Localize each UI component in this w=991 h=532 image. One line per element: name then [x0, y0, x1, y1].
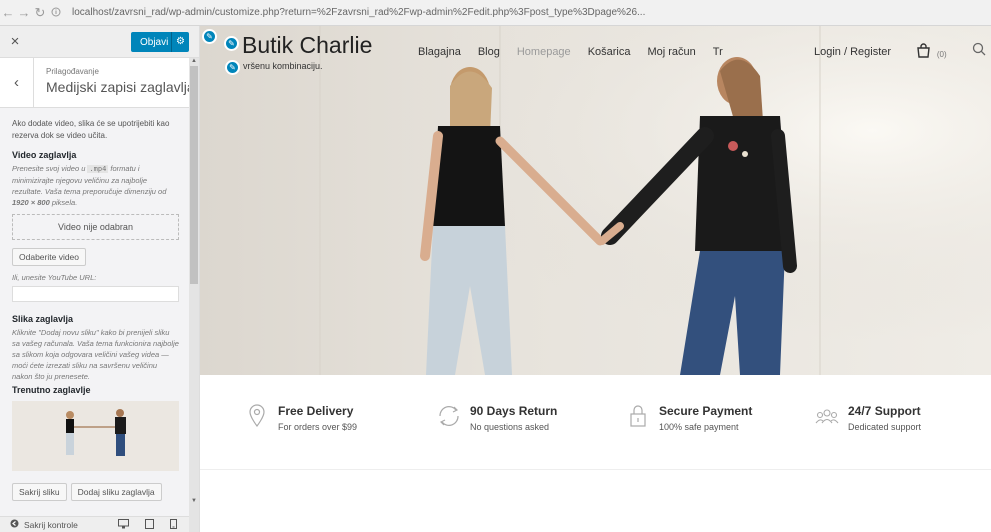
shopping-bag-icon — [916, 43, 935, 61]
section-header: ‹ Prilagođavanje Medijski zapisi zaglavl… — [0, 58, 199, 108]
customizer-footer: Sakrij kontrole — [0, 516, 189, 532]
support-group-icon — [806, 404, 848, 436]
feature-subtitle: 100% safe payment — [659, 422, 739, 432]
back-arrow-icon[interactable]: ← — [0, 5, 16, 20]
scroll-thumb[interactable] — [190, 66, 198, 284]
scroll-up-icon[interactable]: ▲ — [189, 58, 199, 64]
login-register-link[interactable]: Login / Register — [814, 46, 891, 58]
youtube-label: Ili, unesite YouTube URL: — [12, 273, 97, 282]
video-dimensions: 1920 × 800 — [12, 198, 50, 207]
add-header-image-button[interactable]: Dodaj sliku zaglavlja — [70, 483, 162, 501]
tablet-icon[interactable] — [144, 518, 154, 531]
section-title: Medijski zapisi zaglavlja — [46, 79, 195, 95]
publish-label: Objavi — [140, 36, 169, 48]
scroll-down-icon[interactable]: ▼ — [189, 498, 199, 504]
image-hint: Kliknite "Dodaj novu sliku" kako bi pren… — [12, 328, 179, 381]
video-heading: Video zaglavlja — [12, 150, 77, 160]
hide-image-button[interactable]: Sakrij sliku — [12, 483, 67, 501]
section-content: Ako dodate video, slika će se upotrijebi… — [0, 108, 189, 501]
choose-video-button[interactable]: Odaberite video — [12, 248, 87, 266]
features-bar: Free Delivery For orders over $99 90 Day… — [200, 375, 991, 470]
breadcrumb: Prilagođavanje — [46, 67, 99, 76]
hide-controls-button[interactable]: Sakrij kontrole — [24, 520, 78, 530]
video-hint-part: Prenesite svoj video u — [12, 164, 86, 173]
mobile-icon[interactable] — [169, 518, 177, 531]
sidebar-scrollbar[interactable]: ▲ ▼ — [189, 58, 199, 532]
thumbnail-image — [12, 401, 179, 471]
current-header-thumbnail — [12, 401, 179, 471]
cart-count: (0) — [936, 49, 947, 59]
search-icon[interactable] — [972, 42, 986, 59]
address-bar[interactable]: localhost/zavrsni_rad/wp-admin/customize… — [72, 7, 772, 18]
hero-image — [200, 26, 991, 375]
video-format-code: .mp4 — [87, 165, 109, 173]
feature-title: Secure Payment — [659, 404, 753, 418]
feature-item: Free Delivery For orders over $99 — [236, 404, 357, 436]
site-preview: ✎ ✎ Butik Charlie ✎ vršenu kombinaciju. … — [200, 26, 991, 532]
edit-site-title-icon[interactable]: ✎ — [224, 36, 239, 51]
hero-banner: ✎ ✎ Butik Charlie ✎ vršenu kombinaciju. … — [200, 26, 991, 375]
site-tagline: vršenu kombinaciju. — [243, 61, 323, 71]
main-navigation: Blagajna Blog Homepage Košarica Moj raču… — [418, 46, 723, 58]
gear-icon[interactable]: ⚙ — [171, 32, 189, 52]
cart-button[interactable]: (0) — [916, 43, 947, 61]
site-info-icon[interactable] — [48, 5, 64, 20]
feature-item: Secure Payment 100% safe payment — [617, 404, 752, 436]
site-title[interactable]: Butik Charlie — [242, 32, 372, 59]
no-video-placeholder: Video nije odabran — [12, 214, 179, 240]
feature-title: Free Delivery — [278, 404, 354, 418]
video-hint-part: piksela. — [51, 198, 78, 207]
publish-button[interactable]: Objavi ⚙ — [131, 32, 189, 52]
close-icon[interactable]: × — [0, 33, 30, 50]
feature-subtitle: For orders over $99 — [278, 422, 358, 432]
location-pin-icon — [236, 404, 278, 436]
feature-title: 90 Days Return — [470, 404, 558, 418]
feature-subtitle: No questions asked — [470, 422, 550, 432]
edit-tagline-icon[interactable]: ✎ — [225, 60, 240, 75]
desktop-icon[interactable] — [117, 518, 129, 531]
current-header-heading: Trenutno zaglavlje — [12, 385, 91, 395]
nav-item-homepage[interactable]: Homepage — [517, 46, 571, 58]
back-button[interactable]: ‹ — [0, 58, 34, 107]
customizer-sidebar: × Objavi ⚙ ‹ Prilagođavanje Medijski zap… — [0, 26, 200, 532]
feature-item: 24/7 Support Dedicated support — [806, 404, 921, 436]
intro-text: Ako dodate video, slika će se upotrijebi… — [12, 119, 170, 140]
browser-toolbar: ← → ↻ localhost/zavrsni_rad/wp-admin/cus… — [0, 0, 991, 26]
refresh-icon — [428, 404, 470, 436]
nav-item-kosarica[interactable]: Košarica — [588, 46, 631, 58]
video-hint: Prenesite svoj video u .mp4 formatu i mi… — [12, 163, 179, 208]
nav-item-blagajna[interactable]: Blagajna — [418, 46, 461, 58]
nav-item-moj-racun[interactable]: Moj račun — [647, 46, 695, 58]
nav-item-truncated[interactable]: Tr — [713, 46, 723, 58]
forward-arrow-icon[interactable]: → — [16, 5, 32, 20]
feature-subtitle: Dedicated support — [848, 422, 922, 432]
customizer-header: × Objavi ⚙ — [0, 26, 199, 58]
feature-title: 24/7 Support — [848, 404, 921, 418]
feature-item: 90 Days Return No questions asked — [428, 404, 557, 436]
youtube-url-input[interactable] — [12, 286, 179, 302]
lock-icon — [617, 404, 659, 436]
hide-controls-icon[interactable] — [10, 519, 19, 530]
nav-item-blog[interactable]: Blog — [478, 46, 500, 58]
image-heading: Slika zaglavlja — [12, 314, 74, 324]
reload-icon[interactable]: ↻ — [32, 5, 48, 21]
device-preview-group — [117, 518, 177, 531]
edit-shortcut-icon[interactable]: ✎ — [202, 29, 217, 44]
